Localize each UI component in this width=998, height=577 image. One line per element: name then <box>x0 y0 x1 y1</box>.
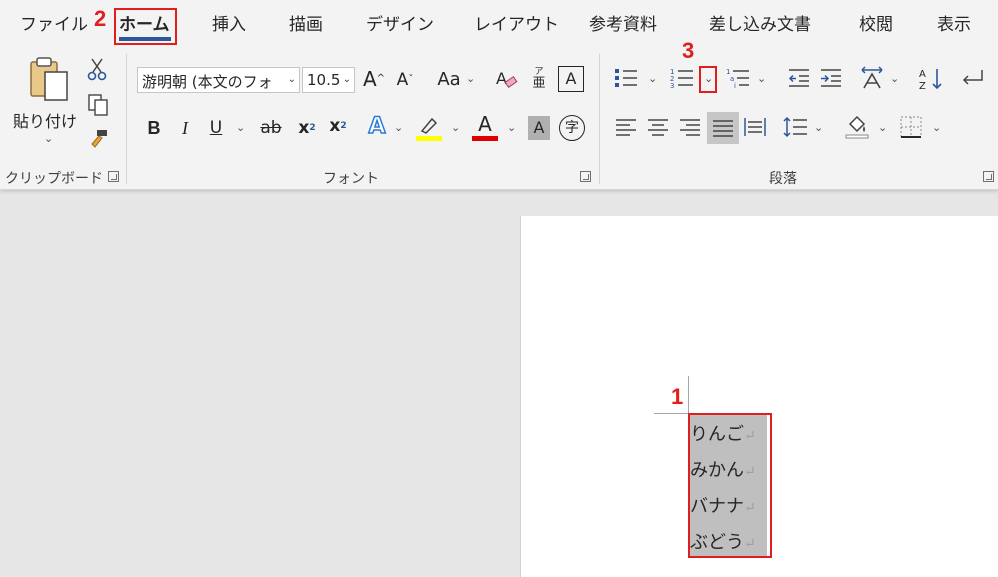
paste-dropdown-chevron-icon[interactable]: ⌄ <box>44 132 53 145</box>
clipboard-group-label: クリップボード <box>5 171 103 187</box>
align-left-icon[interactable] <box>614 116 638 138</box>
svg-text:A: A <box>496 69 507 88</box>
align-right-icon[interactable] <box>678 116 702 138</box>
bullets-icon[interactable] <box>612 66 640 90</box>
tab-layout[interactable]: レイアウト <box>474 10 559 35</box>
bold-icon[interactable]: B <box>143 116 165 140</box>
strikethrough-icon[interactable]: ab <box>257 116 285 140</box>
annotation-highlight-home-tab <box>114 8 177 45</box>
svg-text:Z: Z <box>919 81 926 92</box>
clear-formatting-icon[interactable]: A <box>494 66 518 92</box>
format-painter-icon[interactable] <box>86 127 110 151</box>
font-color-swatch <box>472 136 498 141</box>
tab-mailings[interactable]: 差し込み文書 <box>709 10 811 35</box>
change-case-icon[interactable]: Aa <box>432 68 466 92</box>
text-effects-chevron-icon[interactable]: ⌄ <box>394 121 403 134</box>
font-color-icon[interactable]: A <box>472 112 498 136</box>
margin-corner-mark <box>654 413 688 414</box>
font-color-chevron-icon[interactable]: ⌄ <box>507 121 516 134</box>
margin-corner-mark <box>688 376 689 413</box>
font-name-value: 游明朝 (本文のフォ <box>142 73 273 91</box>
shrink-font-icon[interactable]: Aˇ <box>394 68 416 92</box>
tab-design[interactable]: デザイン <box>366 10 434 35</box>
svg-text:i: i <box>734 82 736 89</box>
paragraph-launcher-icon[interactable] <box>983 171 994 182</box>
annotation-step-2: 2 <box>94 6 107 31</box>
paste-icon[interactable] <box>24 56 74 104</box>
font-size-select[interactable]: 10.5 ⌄ <box>302 67 355 93</box>
subscript-icon[interactable]: x2 <box>296 116 318 140</box>
highlight-color-swatch <box>416 136 442 141</box>
font-name-chevron-icon: ⌄ <box>287 74 296 85</box>
paragraph-shading-chevron-icon[interactable]: ⌄ <box>878 121 887 134</box>
font-launcher-icon[interactable] <box>580 171 591 182</box>
svg-text:3: 3 <box>670 82 674 89</box>
character-border-icon[interactable]: A <box>558 66 584 92</box>
group-separator <box>599 54 600 184</box>
text-direction-chevron-icon[interactable]: ⌄ <box>890 72 899 85</box>
decrease-indent-icon[interactable] <box>786 66 812 90</box>
tab-view[interactable]: 表示 <box>937 10 971 35</box>
tab-references[interactable]: 参考資料 <box>589 10 657 35</box>
increase-indent-icon[interactable] <box>818 66 844 90</box>
numbering-icon[interactable]: 1 2 3 <box>668 66 696 90</box>
justify-icon[interactable] <box>707 112 739 144</box>
annotation-highlight-numbering-dropdown <box>699 66 717 93</box>
tab-file[interactable]: ファイル <box>20 10 88 35</box>
underline-icon[interactable]: U <box>205 116 227 140</box>
group-separator <box>126 54 127 184</box>
annotation-step-1: 1 <box>671 384 684 409</box>
multilevel-list-icon[interactable]: 1 a i <box>724 66 752 90</box>
phonetic-guide-icon[interactable]: ア 亜 <box>528 64 550 94</box>
character-shading-icon[interactable]: A <box>528 116 550 140</box>
tab-review[interactable]: 校閲 <box>859 10 893 35</box>
underline-chevron-icon[interactable]: ⌄ <box>236 121 245 134</box>
bullets-chevron-icon[interactable]: ⌄ <box>648 72 657 85</box>
borders-icon[interactable] <box>898 114 924 140</box>
svg-text:A: A <box>919 69 926 80</box>
highlight-icon[interactable] <box>416 114 442 136</box>
borders-chevron-icon[interactable]: ⌄ <box>932 121 941 134</box>
line-spacing-chevron-icon[interactable]: ⌄ <box>814 121 823 134</box>
enclose-characters-icon[interactable]: 字 <box>559 115 585 141</box>
font-size-value: 10.5 <box>307 71 341 89</box>
clipboard-launcher-icon[interactable] <box>108 171 119 182</box>
multilevel-chevron-icon[interactable]: ⌄ <box>757 72 766 85</box>
line-spacing-icon[interactable] <box>782 114 808 140</box>
distributed-icon[interactable] <box>742 116 768 138</box>
annotation-highlight-selection <box>688 413 772 558</box>
tab-draw[interactable]: 描画 <box>289 10 323 35</box>
paragraph-shading-icon[interactable] <box>844 112 870 140</box>
sort-icon[interactable]: A Z <box>918 66 944 92</box>
font-group-label: フォント <box>323 171 379 187</box>
align-center-icon[interactable] <box>646 116 670 138</box>
highlight-chevron-icon[interactable]: ⌄ <box>451 121 460 134</box>
font-name-select[interactable]: 游明朝 (本文のフォ ⌄ <box>137 67 300 93</box>
annotation-step-3: 3 <box>682 38 695 63</box>
paragraph-group-label: 段落 <box>769 171 797 187</box>
show-formatting-marks-icon[interactable] <box>958 66 986 90</box>
tab-insert[interactable]: 挿入 <box>212 10 246 35</box>
cut-icon[interactable] <box>86 56 108 82</box>
copy-icon[interactable] <box>86 92 110 118</box>
text-direction-icon[interactable] <box>858 66 886 90</box>
italic-icon[interactable]: I <box>174 116 196 140</box>
paste-button-label[interactable]: 貼り付け <box>13 108 77 132</box>
grow-font-icon[interactable]: A ^ <box>362 66 386 92</box>
change-case-chevron-icon[interactable]: ⌄ <box>466 72 475 85</box>
text-effects-icon[interactable]: A <box>364 114 390 140</box>
font-size-chevron-icon: ⌄ <box>342 74 351 85</box>
superscript-icon[interactable]: x2 <box>327 114 349 138</box>
